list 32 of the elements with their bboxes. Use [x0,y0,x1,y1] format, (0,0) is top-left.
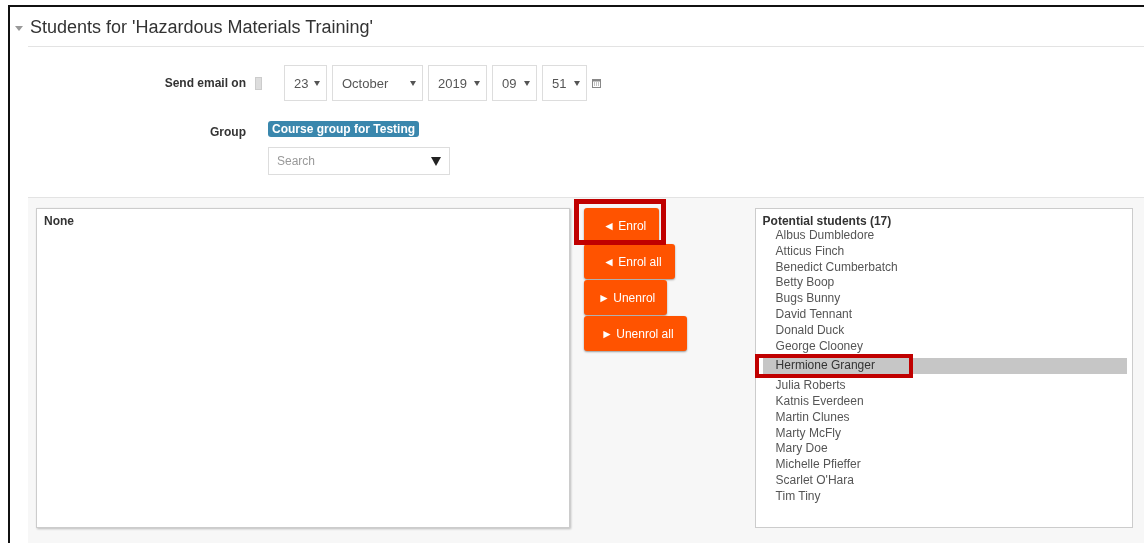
list-option[interactable]: Albus Dumbledore [762,228,1127,244]
dropdown-icon[interactable] [431,156,441,166]
list-option[interactable]: Benedict Cumberbatch [762,259,1127,276]
list-option[interactable]: Tim Tiny [762,488,1127,505]
calendar-icon[interactable] [592,78,601,88]
date-select[interactable]: 23 [284,65,327,101]
list-option[interactable]: Martin Clunes [762,409,1127,426]
list-option[interactable]: Hermione Granger [762,358,1127,375]
date-select[interactable]: 09 [492,65,537,101]
list-option[interactable]: Betty Boop [762,275,1127,292]
list-heading: Potential students (17) [762,214,893,228]
field-label: Send email on [163,76,246,90]
list-option[interactable]: Mary Doe [762,441,1127,458]
list-option[interactable]: George Clooney [762,338,1127,355]
date-select[interactable]: 2019 [428,65,487,101]
list-option[interactable]: Atticus Finch [762,243,1127,260]
list-option[interactable]: Marty McFly [762,425,1127,442]
potential-list[interactable] [754,208,1133,528]
list-option[interactable]: Bugs Bunny [762,291,1127,307]
section-title: Students for 'Hazardous Materials Training' [30,17,374,38]
list-option[interactable]: Michelle Pfieffer [762,457,1127,473]
field-label: Group [209,124,247,139]
list-heading: None [44,214,75,228]
list-option[interactable]: David Tennant [762,307,1127,323]
list-option[interactable]: Donald Duck [762,322,1127,339]
list-option[interactable]: Scarlet O'Hara [762,472,1127,489]
date-select[interactable]: 51 [542,65,587,101]
date-select[interactable]: October [332,65,423,101]
group-tag: Course group for Testing [268,121,420,137]
enrolled-list[interactable]: None [36,208,570,528]
list-option[interactable]: Katnis Everdeen [762,393,1127,410]
list-option[interactable]: Julia Roberts [762,378,1127,394]
